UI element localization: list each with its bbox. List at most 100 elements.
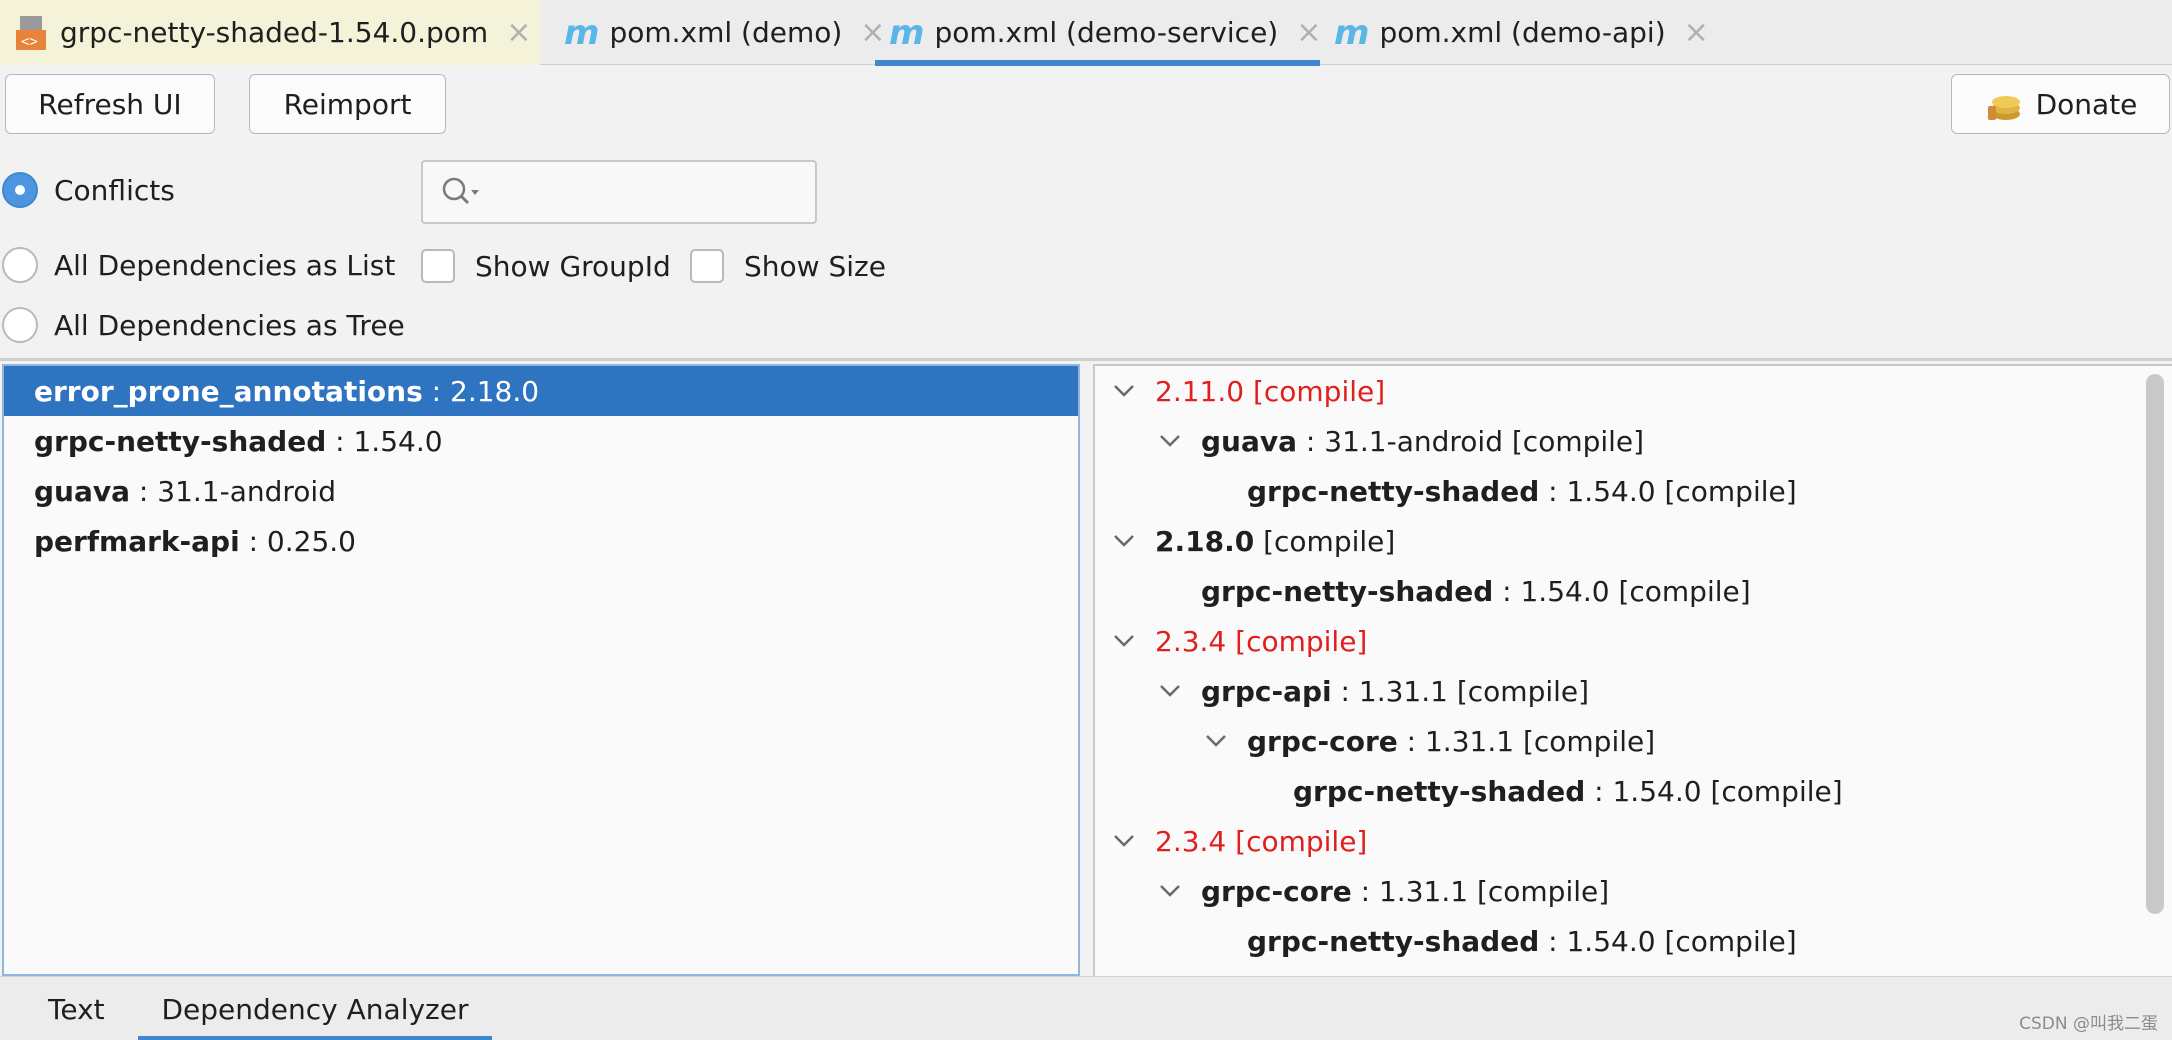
- artifact-version: : 2.18.0: [422, 374, 540, 408]
- conflicts-label: Conflicts: [54, 173, 175, 207]
- search-box[interactable]: [421, 160, 817, 224]
- chevron-down-icon[interactable]: [1155, 884, 1185, 898]
- reimport-button[interactable]: Reimport: [249, 74, 446, 134]
- checkbox-indicator: [421, 249, 455, 283]
- chevron-down-icon[interactable]: [1155, 684, 1185, 698]
- tab-dependency-analyzer[interactable]: Dependency Analyzer: [138, 977, 492, 1040]
- donate-button[interactable]: Donate: [1951, 74, 2170, 134]
- artifact-detail: : 1.31.1 [compile]: [1331, 674, 1590, 708]
- artifact-detail: : 31.1-android [compile]: [1297, 424, 1645, 458]
- artifact-name: grpc-netty-shaded: [1201, 574, 1494, 608]
- tree-node[interactable]: grpc-core : 1.31.1 [compile]: [1155, 866, 1609, 916]
- artifact-detail: : 1.54.0 [compile]: [1539, 474, 1797, 508]
- tree-node[interactable]: grpc-netty-shaded : 1.54.0 [compile]: [1293, 766, 1843, 816]
- artifact-version: : 0.25.0: [239, 524, 356, 558]
- tree-node[interactable]: 2.18.0 [compile]: [1109, 516, 1395, 566]
- search-icon: [441, 176, 483, 217]
- conflict-version: 2.11.0 [compile]: [1155, 374, 1386, 408]
- maven-icon: m: [889, 12, 925, 53]
- svg-text:<>: <>: [21, 34, 38, 50]
- tab-pom-demo-service[interactable]: m pom.xml (demo-service) ×: [875, 0, 1321, 66]
- artifact-name: grpc-core: [1247, 724, 1398, 758]
- tab-label: Text: [48, 992, 105, 1026]
- search-input[interactable]: [493, 170, 793, 214]
- coins-icon: [1984, 84, 2024, 124]
- donate-label: Donate: [2035, 87, 2138, 121]
- tree-node[interactable]: grpc-netty-shaded : 1.54.0 [compile]: [1247, 466, 1797, 516]
- artifact-detail: : 1.54.0 [compile]: [1539, 924, 1797, 958]
- chevron-down-icon[interactable]: [1109, 634, 1139, 648]
- show-size-checkbox[interactable]: Show Size: [690, 249, 886, 283]
- all-deps-tree-label: All Dependencies as Tree: [54, 308, 405, 342]
- chevron-down-icon[interactable]: [1155, 434, 1185, 448]
- tab-label: pom.xml (demo-service): [934, 16, 1279, 49]
- tree-node[interactable]: grpc-api : 1.31.1 [compile]: [1155, 666, 1589, 716]
- artifact-detail: : 1.31.1 [compile]: [1351, 874, 1610, 908]
- close-icon[interactable]: ×: [1684, 15, 1709, 50]
- resolved-version: 2.18.0: [1155, 524, 1255, 558]
- all-deps-tree-radio[interactable]: All Dependencies as Tree: [2, 307, 405, 343]
- chevron-down-icon[interactable]: [1109, 384, 1139, 398]
- artifact-name: grpc-api: [1201, 674, 1332, 708]
- show-groupid-label: Show GroupId: [475, 249, 671, 283]
- chevron-down-icon[interactable]: [1109, 834, 1139, 848]
- panel-separator: [0, 358, 2172, 361]
- all-deps-list-label: All Dependencies as List: [54, 248, 396, 282]
- tree-node[interactable]: grpc-netty-shaded : 1.54.0 [compile]: [1201, 566, 1751, 616]
- artifact-name: grpc-netty-shaded: [1247, 474, 1540, 508]
- bottom-tab-bar: Text Dependency Analyzer CSDN @叫我二蛋: [0, 976, 2172, 1040]
- tree-node[interactable]: 2.3.4 [compile]: [1109, 816, 1367, 866]
- radio-indicator: [2, 172, 38, 208]
- artifact-detail: [compile]: [1254, 524, 1396, 558]
- artifact-detail: : 1.54.0 [compile]: [1493, 574, 1751, 608]
- tab-grpc-pom[interactable]: <> grpc-netty-shaded-1.54.0.pom ×: [0, 0, 540, 65]
- show-size-label: Show Size: [744, 249, 886, 283]
- chevron-down-icon[interactable]: [1109, 534, 1139, 548]
- tree-node[interactable]: 2.11.0 [compile]: [1109, 366, 1385, 416]
- dependency-tree[interactable]: 2.11.0 [compile] guava : 31.1-android [c…: [1093, 364, 2172, 976]
- list-item[interactable]: perfmark-api : 0.25.0: [4, 516, 1078, 566]
- pom-file-icon: <>: [14, 14, 48, 52]
- show-groupid-checkbox[interactable]: Show GroupId: [421, 249, 671, 283]
- artifact-name: grpc-netty-shaded: [1293, 774, 1586, 808]
- list-item[interactable]: grpc-netty-shaded : 1.54.0: [4, 416, 1078, 466]
- artifact-name: grpc-core: [1201, 874, 1352, 908]
- radio-indicator: [2, 247, 38, 283]
- refresh-ui-button[interactable]: Refresh UI: [5, 74, 215, 134]
- close-icon[interactable]: ×: [1296, 15, 1321, 50]
- conflict-version: 2.3.4 [compile]: [1155, 624, 1368, 658]
- artifact-name: grpc-netty-shaded: [34, 424, 327, 458]
- artifact-name: guava: [1201, 424, 1298, 458]
- vertical-scrollbar[interactable]: [2146, 374, 2164, 914]
- tab-label: pom.xml (demo): [609, 16, 843, 49]
- watermark: CSDN @叫我二蛋: [2019, 1014, 2158, 1034]
- artifact-version: : 1.54.0: [326, 424, 443, 458]
- tab-label: Dependency Analyzer: [161, 992, 469, 1026]
- conflict-list[interactable]: error_prone_annotations : 2.18.0 grpc-ne…: [2, 364, 1080, 976]
- tree-node[interactable]: grpc-netty-shaded : 1.54.0 [compile]: [1247, 916, 1797, 966]
- list-item[interactable]: error_prone_annotations : 2.18.0: [4, 366, 1078, 416]
- tab-text[interactable]: Text: [48, 977, 105, 1040]
- tab-label: grpc-netty-shaded-1.54.0.pom: [60, 16, 489, 49]
- checkbox-indicator: [690, 249, 724, 283]
- artifact-detail: : 1.31.1 [compile]: [1397, 724, 1656, 758]
- artifact-name: guava: [34, 474, 131, 508]
- tab-label: pom.xml (demo-api): [1379, 16, 1666, 49]
- close-icon[interactable]: ×: [506, 15, 531, 50]
- artifact-detail: : 1.54.0 [compile]: [1585, 774, 1843, 808]
- tree-node[interactable]: guava : 31.1-android [compile]: [1155, 416, 1644, 466]
- conflict-version: 2.3.4 [compile]: [1155, 824, 1368, 858]
- artifact-name: error_prone_annotations: [34, 374, 423, 408]
- tree-node[interactable]: 2.3.4 [compile]: [1109, 616, 1367, 666]
- tab-pom-demo-api[interactable]: m pom.xml (demo-api) ×: [1320, 0, 1720, 65]
- tab-pom-demo[interactable]: m pom.xml (demo) ×: [550, 0, 885, 65]
- conflicts-radio[interactable]: Conflicts: [2, 172, 175, 208]
- artifact-name: grpc-netty-shaded: [1247, 924, 1540, 958]
- tree-node[interactable]: grpc-core : 1.31.1 [compile]: [1201, 716, 1655, 766]
- all-deps-list-radio[interactable]: All Dependencies as List: [2, 247, 395, 283]
- artifact-name: perfmark-api: [34, 524, 240, 558]
- list-item[interactable]: guava : 31.1-android: [4, 466, 1078, 516]
- artifact-version: : 31.1-android: [130, 474, 336, 508]
- chevron-down-icon[interactable]: [1201, 734, 1231, 748]
- maven-icon: m: [1334, 12, 1370, 53]
